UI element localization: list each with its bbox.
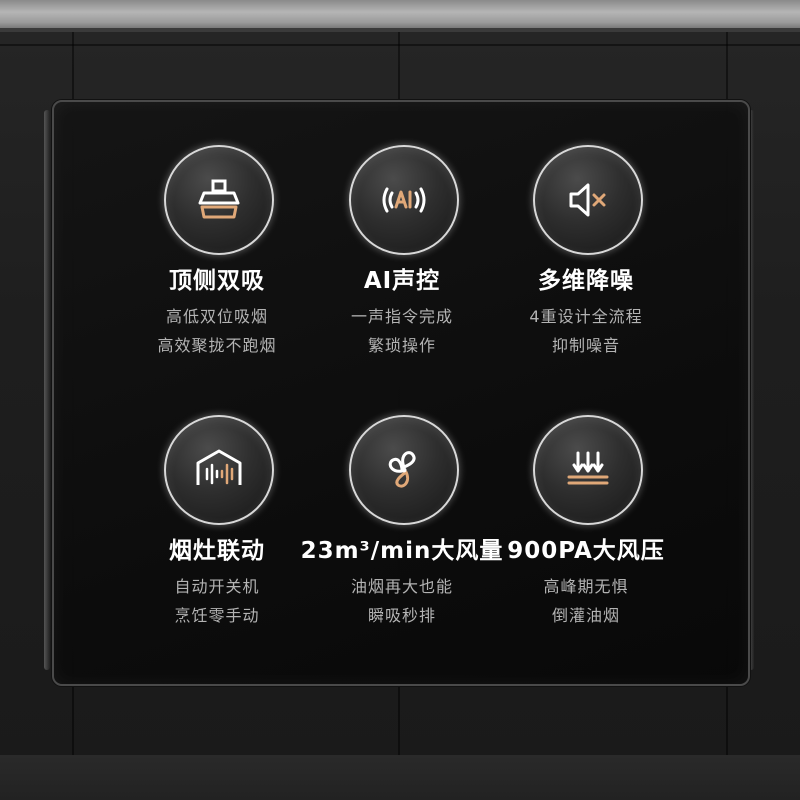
feature-description: 4重设计全流程 — [529, 307, 643, 326]
ai-voice-icon — [382, 187, 426, 213]
feature-description: 倒灌油烟 — [551, 606, 620, 625]
feature-card: 900PA大风压 高峰期无惧 倒灌油烟 — [471, 415, 701, 665]
feature-description: 高峰期无惧 — [543, 577, 629, 596]
icon-badge — [533, 415, 643, 525]
icon-badge — [349, 145, 459, 255]
countertop — [0, 0, 800, 30]
cabinet-seam — [0, 44, 800, 46]
glass-panel: 顶侧双吸 高低双位吸烟 高效聚拢不跑烟 AI声控 一声指令完成 繁琐操作 多维降… — [52, 100, 750, 686]
mute-speaker-icon — [569, 183, 606, 217]
icon-badge — [164, 145, 274, 255]
feature-title: 多维降噪 — [538, 268, 634, 294]
product-feature-banner: 顶侧双吸 高低双位吸烟 高效聚拢不跑烟 AI声控 一声指令完成 繁琐操作 多维降… — [0, 0, 800, 800]
countertop-edge — [0, 28, 800, 32]
panel-handle-left — [44, 110, 50, 670]
feature-title: 900PA大风压 — [507, 538, 665, 564]
feature-description: 抑制噪音 — [551, 336, 620, 355]
feature-card: 多维降噪 4重设计全流程 抑制噪音 — [471, 145, 701, 395]
range-hood-icon — [198, 179, 240, 219]
icon-badge — [349, 415, 459, 525]
stove-linkage-icon — [196, 449, 242, 485]
fan-blade-icon — [388, 451, 416, 488]
air-pressure-icon — [567, 451, 609, 485]
cabinet-base — [0, 755, 800, 800]
icon-badge — [164, 415, 274, 525]
icon-badge — [533, 145, 643, 255]
